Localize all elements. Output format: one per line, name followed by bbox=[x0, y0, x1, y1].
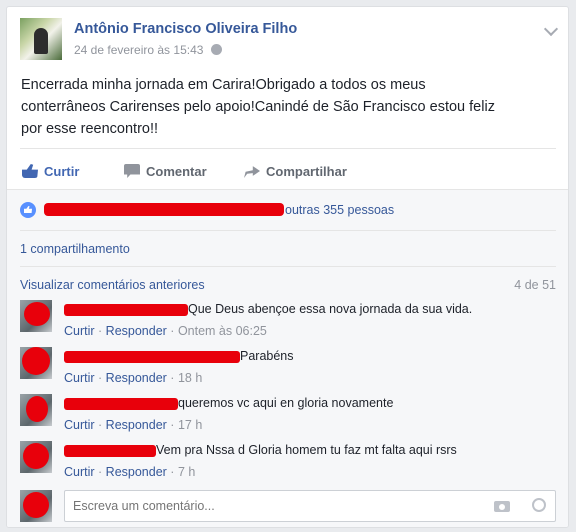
commenter-avatar[interactable] bbox=[20, 394, 52, 426]
divider bbox=[20, 148, 556, 149]
comment-item: queremos vc aqui en gloria novamente Cur… bbox=[20, 394, 556, 438]
comment-time[interactable]: 18 h bbox=[178, 371, 202, 385]
share-icon bbox=[244, 166, 260, 178]
comment-button[interactable]: Comentar bbox=[124, 155, 207, 189]
comment-reply-link[interactable]: Responder bbox=[106, 371, 167, 385]
post-timestamp[interactable]: 24 de fevereiro às 15:43 bbox=[74, 43, 203, 57]
comment-body: Que Deus abençoe essa nova jornada da su… bbox=[64, 301, 472, 317]
post-text-line: por esse reencontro!! bbox=[21, 121, 159, 137]
shares-link[interactable]: 1 compartilhamento bbox=[20, 242, 130, 256]
current-user-avatar bbox=[20, 490, 52, 522]
post-header: Antônio Francisco Oliveira Filho 24 de f… bbox=[20, 18, 560, 62]
comment-reply-link[interactable]: Responder bbox=[106, 465, 167, 479]
commenter-avatar[interactable] bbox=[20, 300, 52, 332]
comment-text: Parabéns bbox=[240, 349, 294, 363]
post-text-line: Encerrada minha jornada em Carira!Obriga… bbox=[21, 77, 426, 93]
comment-text: Que Deus abençoe essa nova jornada da su… bbox=[188, 302, 473, 316]
comment-actions: Curtir · Responder · 17 h bbox=[64, 418, 203, 432]
author-avatar[interactable] bbox=[20, 18, 62, 60]
redaction-mark bbox=[26, 396, 48, 422]
comment-time[interactable]: Ontem às 06:25 bbox=[178, 324, 267, 338]
comment-like-link[interactable]: Curtir bbox=[64, 324, 95, 338]
redaction-mark bbox=[22, 347, 50, 375]
redaction-mark bbox=[24, 302, 50, 326]
comment-like-link[interactable]: Curtir bbox=[64, 418, 95, 432]
comment-item: Vem pra Nssa d Gloria homem tu faz mt fa… bbox=[20, 441, 556, 485]
comment-text: Vem pra Nssa d Gloria homem tu faz mt fa… bbox=[156, 443, 457, 457]
comment-composer bbox=[20, 490, 556, 524]
comment-label: Comentar bbox=[146, 164, 207, 179]
emoji-icon[interactable] bbox=[532, 498, 546, 512]
post-meta: 24 de fevereiro às 15:43 bbox=[74, 43, 223, 57]
comment-like-link[interactable]: Curtir bbox=[64, 465, 95, 479]
redacted-commenter-name bbox=[64, 351, 240, 363]
camera-icon[interactable] bbox=[494, 501, 510, 512]
redaction-mark bbox=[23, 443, 49, 469]
likes-count-text[interactable]: outras 355 pessoas bbox=[285, 203, 394, 217]
share-button[interactable]: Compartilhar bbox=[244, 155, 347, 189]
comment-actions: Curtir · Responder · Ontem às 06:25 bbox=[64, 324, 267, 338]
divider bbox=[20, 266, 556, 267]
like-button[interactable]: Curtir bbox=[22, 155, 79, 189]
redacted-commenter-name bbox=[64, 398, 178, 410]
view-previous-comments-link[interactable]: Visualizar comentários anteriores bbox=[20, 278, 205, 292]
post-card: Antônio Francisco Oliveira Filho 24 de f… bbox=[6, 6, 569, 528]
divider bbox=[20, 230, 556, 231]
redacted-commenter-name bbox=[64, 445, 156, 457]
comment-item: Que Deus abençoe essa nova jornada da su… bbox=[20, 300, 556, 344]
thumbs-up-icon bbox=[22, 164, 38, 178]
likes-summary[interactable]: outras 355 pessoas bbox=[20, 198, 556, 222]
like-reaction-icon bbox=[20, 202, 36, 218]
comment-body: Vem pra Nssa d Gloria homem tu faz mt fa… bbox=[64, 442, 457, 458]
author-name[interactable]: Antônio Francisco Oliveira Filho bbox=[74, 21, 297, 37]
comment-reply-link[interactable]: Responder bbox=[106, 324, 167, 338]
comment-like-link[interactable]: Curtir bbox=[64, 371, 95, 385]
redacted-commenter-name bbox=[64, 304, 188, 316]
comment-reply-link[interactable]: Responder bbox=[106, 418, 167, 432]
comment-icon bbox=[124, 164, 140, 178]
comment-input[interactable] bbox=[64, 490, 556, 522]
like-label: Curtir bbox=[44, 164, 80, 179]
post-text-line: conterrâneos Carirenses pelo apoio!Canin… bbox=[21, 99, 495, 115]
comment-body: Parabéns bbox=[64, 348, 294, 364]
comment-text: queremos vc aqui en gloria novamente bbox=[178, 396, 394, 410]
comment-time[interactable]: 7 h bbox=[178, 465, 195, 479]
action-bar: Curtir Comentar Compartilhar bbox=[20, 155, 556, 189]
post-text: Encerrada minha jornada em Carira!Obriga… bbox=[21, 74, 551, 140]
comment-actions: Curtir · Responder · 18 h bbox=[64, 371, 203, 385]
comments-section: outras 355 pessoas 1 compartilhamento Vi… bbox=[7, 189, 568, 527]
share-label: Compartilhar bbox=[266, 164, 347, 179]
comment-item: Parabéns Curtir · Responder · 18 h bbox=[20, 347, 556, 391]
commenter-avatar[interactable] bbox=[20, 441, 52, 473]
comment-body: queremos vc aqui en gloria novamente bbox=[64, 395, 393, 411]
chevron-down-icon[interactable] bbox=[543, 21, 559, 37]
comment-time[interactable]: 17 h bbox=[178, 418, 202, 432]
redaction-mark bbox=[23, 492, 49, 518]
comment-actions: Curtir · Responder · 7 h bbox=[64, 465, 196, 479]
commenter-avatar[interactable] bbox=[20, 347, 52, 379]
globe-icon bbox=[211, 44, 223, 55]
comments-count: 4 de 51 bbox=[514, 278, 556, 292]
redaction-mark bbox=[44, 203, 284, 216]
